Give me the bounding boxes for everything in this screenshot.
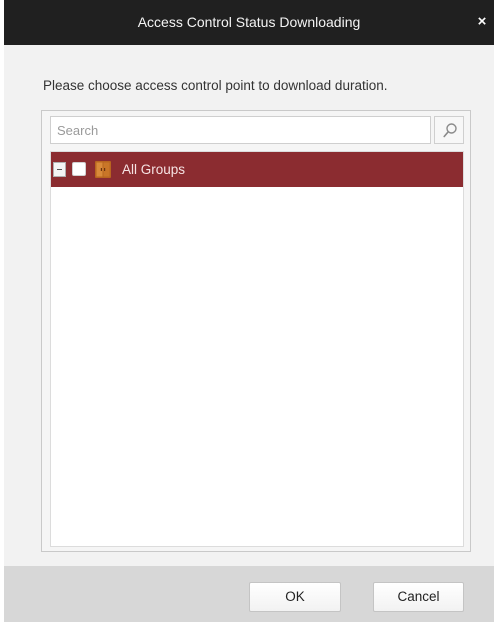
cancel-button[interactable]: Cancel [373,582,464,612]
dialog-footer: OK Cancel [4,566,494,622]
access-point-panel: All Groups [41,110,471,552]
search-input[interactable] [50,116,431,144]
group-folder-icon [95,161,111,178]
collapse-toggle-icon[interactable] [53,162,66,177]
tree-item-all-groups[interactable]: All Groups [51,152,463,187]
dialog-title: Access Control Status Downloading [137,14,361,30]
access-control-status-dialog: Access Control Status Downloading × Plea… [4,0,494,622]
instruction-text: Please choose access control point to do… [43,78,388,93]
tree-item-label: All Groups [122,162,186,177]
search-icon [443,123,457,138]
search-button[interactable] [434,116,464,144]
title-bar[interactable]: Access Control Status Downloading × [4,0,494,45]
access-point-tree: All Groups [50,151,464,547]
all-groups-checkbox[interactable] [72,162,86,176]
ok-button[interactable]: OK [249,582,341,612]
close-button[interactable]: × [472,10,492,34]
